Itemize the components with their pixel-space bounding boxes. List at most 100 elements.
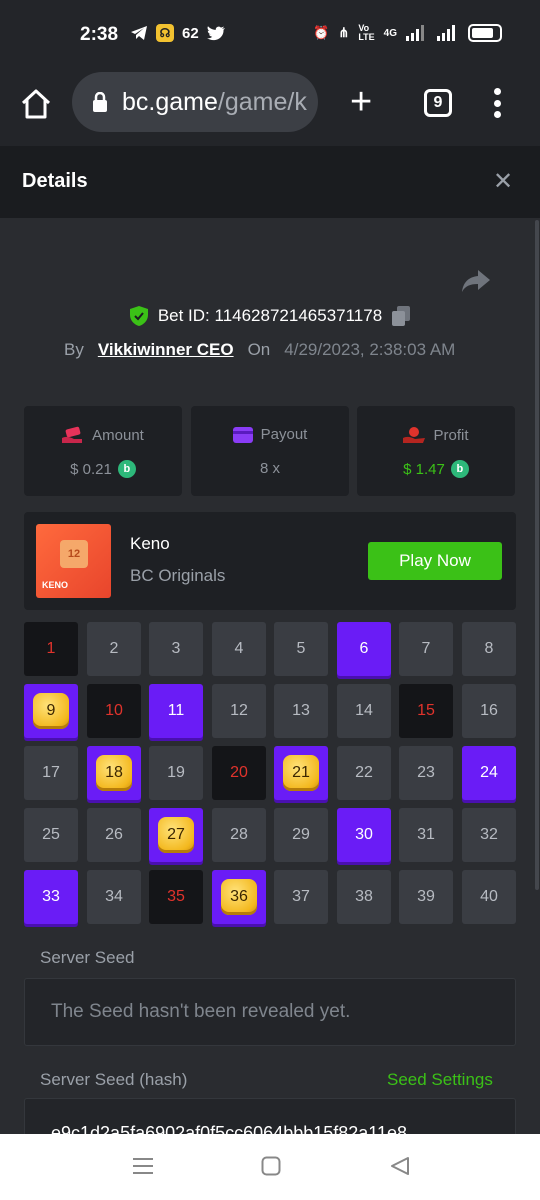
keno-cell-7: 7 (399, 622, 453, 676)
twitter-icon (206, 25, 225, 40)
server-seed-field: The Seed hasn't been revealed yet. (24, 978, 516, 1046)
signal-icon-2 (437, 25, 455, 41)
amount-label: Amount (92, 426, 144, 444)
bet-byline: By Vikkiwinner CEO On 4/29/2023, 2:38:03… (64, 340, 455, 360)
game-provider: BC Originals (130, 566, 226, 585)
browser-toolbar: bc.game/game/k + 9 (0, 72, 540, 146)
bet-details-panel: Bet ID: 114628721465371178 By Vikkiwinne… (0, 218, 540, 1158)
headphones-icon: ☊ (156, 24, 174, 42)
gem-icon: 36 (221, 879, 257, 915)
keno-thumbnail[interactable]: 12 KENO (36, 524, 111, 598)
close-icon[interactable]: ✕ (493, 170, 513, 194)
keno-cell-3: 3 (149, 622, 203, 676)
bet-id-row: Bet ID: 114628721465371178 (0, 306, 540, 326)
volte-icon: Vo LTE (358, 23, 375, 42)
page-scrollbar[interactable] (535, 220, 539, 890)
server-seed-label: Server Seed (40, 948, 135, 967)
status-time: 2:38 (80, 24, 119, 45)
system-nav-bar (0, 1134, 540, 1200)
keno-cell-38: 38 (337, 870, 391, 924)
keno-thumb-tile: 12 (60, 540, 88, 568)
keno-cell-18: 18 (87, 746, 141, 800)
alarm-icon: ⏰ (313, 25, 330, 40)
keno-cell-13: 13 (274, 684, 328, 738)
lock-icon (93, 92, 107, 112)
network-type-icon: 4G (383, 27, 397, 39)
keno-cell-31: 31 (399, 808, 453, 862)
share-icon[interactable] (462, 270, 490, 292)
keno-cell-29: 29 (274, 808, 328, 862)
payout-label: Payout (260, 426, 308, 443)
on-label: On (247, 340, 271, 359)
url-host: bc.game (122, 87, 218, 116)
keno-cell-2: 2 (87, 622, 141, 676)
bc-coin-icon: b (450, 460, 469, 478)
keno-cell-11: 11 (149, 684, 203, 738)
gem-icon: 9 (33, 693, 69, 729)
gem-icon: 21 (283, 755, 319, 791)
bluetooth-icon: ⋔ (338, 25, 350, 40)
wallet-icon (232, 426, 253, 443)
copy-icon[interactable] (392, 306, 411, 326)
tab-switcher-button[interactable]: 9 (424, 89, 452, 117)
gem-icon: 27 (158, 817, 194, 853)
keno-cell-20: 20 (212, 746, 266, 800)
bet-user-link[interactable]: Vikkiwinner CEO (98, 340, 234, 360)
url-path: /game/k (217, 87, 307, 116)
keno-cell-8: 8 (462, 622, 516, 676)
bet-date: 4/29/2023, 2:38:03 AM (284, 340, 456, 359)
server-seed-value: The Seed hasn't been revealed yet. (51, 1001, 351, 1022)
keno-cell-33: 33 (24, 870, 78, 924)
gem-icon: 18 (96, 755, 132, 791)
keno-cell-17: 17 (24, 746, 78, 800)
keno-cell-5: 5 (274, 622, 328, 676)
keno-cell-14: 14 (337, 684, 391, 738)
status-right-icons: ⏰ ⋔ Vo LTE 4G (313, 24, 502, 42)
amount-stat: Amount $ 0.21 b (24, 406, 182, 496)
profit-label: Profit (433, 426, 469, 444)
profit-hand-icon (403, 427, 426, 443)
signal-icon (406, 25, 424, 41)
browser-menu-button[interactable] (493, 88, 501, 118)
battery-icon (468, 24, 502, 42)
new-tab-button[interactable]: + (350, 83, 372, 121)
keno-cell-1: 1 (24, 622, 78, 676)
keno-cell-37: 37 (274, 870, 328, 924)
bet-id: Bet ID: 114628721465371178 (157, 306, 383, 325)
home-icon[interactable] (20, 88, 52, 120)
keno-cell-22: 22 (337, 746, 391, 800)
details-header: Details ✕ (0, 146, 540, 218)
keno-thumb-label: KENO (42, 580, 69, 590)
verified-shield-icon (129, 306, 148, 326)
keno-cell-16: 16 (462, 684, 516, 738)
details-title: Details (22, 170, 88, 192)
status-left-icons: ☊ 62 (130, 24, 225, 42)
keno-cell-25: 25 (24, 808, 78, 862)
status-bar: 2:38 ☊ 62 ⏰ ⋔ Vo LTE 4G (0, 0, 540, 72)
money-hand-icon (62, 426, 83, 443)
home-square-icon[interactable] (261, 1156, 281, 1176)
bc-coin-icon: b (117, 460, 136, 478)
notification-count: 62 (182, 24, 199, 42)
keno-cell-30: 30 (337, 808, 391, 862)
back-triangle-icon[interactable] (390, 1156, 410, 1176)
keno-cell-34: 34 (87, 870, 141, 924)
keno-cell-19: 19 (149, 746, 203, 800)
keno-cell-32: 32 (462, 808, 516, 862)
keno-cell-6: 6 (337, 622, 391, 676)
keno-cell-27: 27 (149, 808, 203, 862)
recents-menu-icon[interactable] (132, 1156, 154, 1176)
keno-cell-9: 9 (24, 684, 78, 738)
keno-cell-23: 23 (399, 746, 453, 800)
payout-stat: Payout 8 x (191, 406, 349, 496)
play-now-button[interactable]: Play Now (368, 542, 502, 580)
seed-settings-link[interactable]: Seed Settings (387, 1070, 493, 1090)
profit-value: $ 1.47 (403, 460, 445, 478)
address-bar[interactable]: bc.game/game/k (72, 72, 318, 132)
telegram-icon (131, 26, 147, 40)
keno-cell-12: 12 (212, 684, 266, 738)
keno-cell-24: 24 (462, 746, 516, 800)
keno-cell-10: 10 (87, 684, 141, 738)
keno-cell-36: 36 (212, 870, 266, 924)
amount-value: $ 0.21 (70, 460, 112, 478)
